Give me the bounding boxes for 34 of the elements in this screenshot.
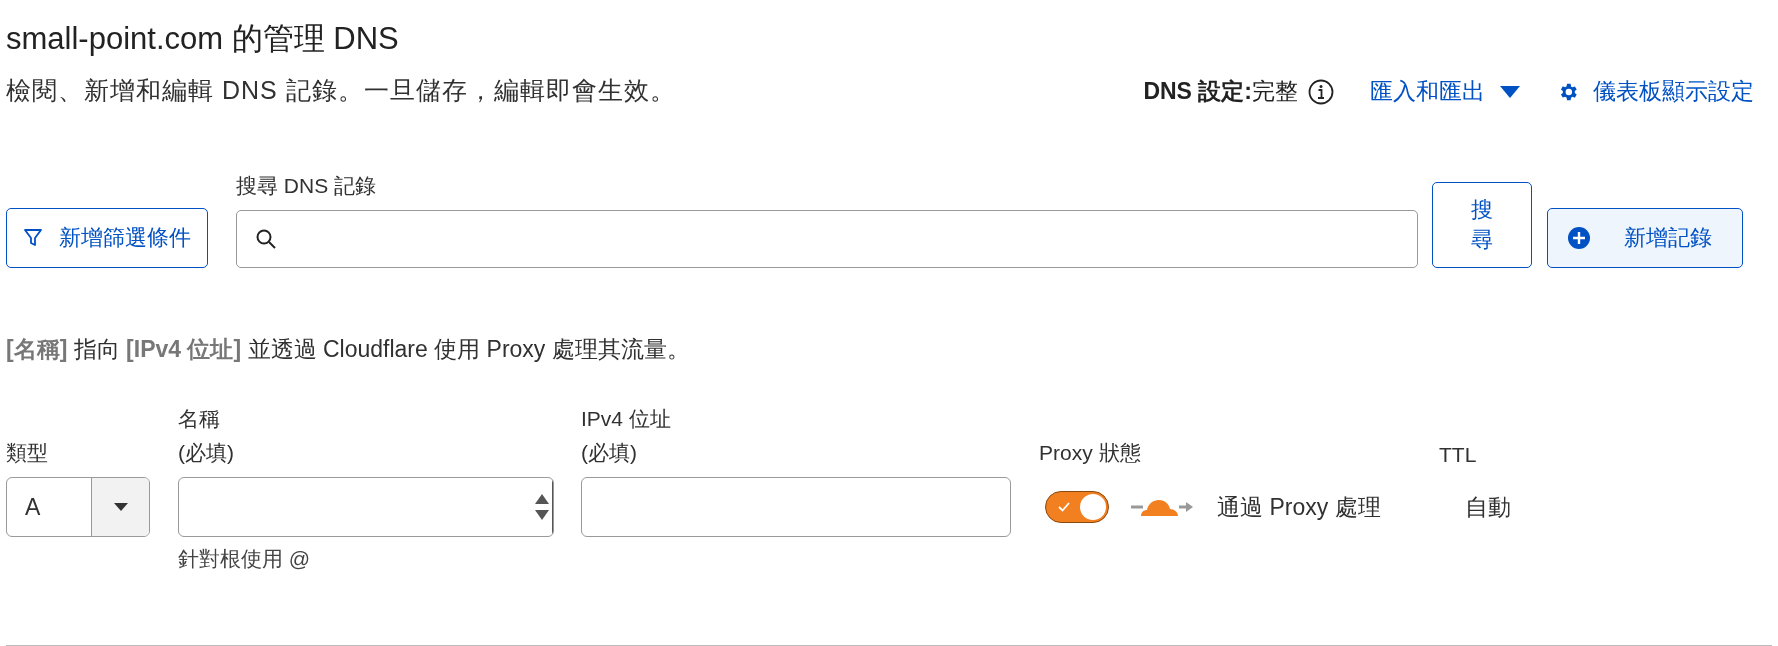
filter-icon (23, 228, 43, 248)
type-label: 類型 (6, 440, 49, 466)
search-field[interactable] (236, 210, 1418, 268)
decrement-icon[interactable] (533, 509, 550, 521)
caret-icon (1499, 84, 1521, 99)
required-label: (必填) (581, 440, 638, 466)
check-icon (1058, 502, 1070, 512)
proxy-status-label: Proxy 狀態 (1039, 440, 1142, 466)
required-label: (必填) (178, 440, 235, 466)
ttl-label: TTL (1439, 443, 1478, 467)
import-export-link[interactable]: 匯入和匯出 (1370, 76, 1521, 107)
add-record-button[interactable]: 新增記錄 (1547, 208, 1743, 268)
ipv4-label: IPv4 位址 (581, 406, 672, 432)
page-description: 檢閱、新增和編輯 DNS 記錄。一旦儲存，編輯即會生效。 (6, 75, 676, 106)
search-icon (255, 228, 277, 250)
dns-setting-text: DNS 設定:完整 (1143, 77, 1298, 106)
type-select[interactable]: A (6, 477, 150, 537)
ttl-value: 自動 (1465, 492, 1511, 522)
dashboard-settings-link[interactable]: 儀表板顯示設定 (1557, 76, 1754, 107)
name-label: 名稱 (178, 406, 221, 432)
add-filter-button[interactable]: 新增篩選條件 (6, 208, 208, 268)
page-title: small-point.com 的管理 DNS (6, 20, 400, 58)
info-icon[interactable] (1308, 78, 1334, 105)
proxy-status-text: 通過 Proxy 處理 (1217, 492, 1381, 522)
name-field[interactable] (178, 477, 554, 537)
plus-icon (1568, 227, 1590, 249)
name-hint: 針對根使用 @ (178, 546, 312, 572)
proxy-toggle[interactable] (1045, 491, 1109, 523)
increment-icon[interactable] (533, 493, 550, 505)
search-label: 搜尋 DNS 記錄 (236, 173, 377, 199)
ipv4-field[interactable] (581, 477, 1011, 537)
caret-icon (112, 502, 129, 512)
search-button[interactable]: 搜尋 (1432, 182, 1532, 268)
record-summary: [名稱] 指向 [IPv4 位址] 並透過 Cloudflare 使用 Proxy 處理其流量。 (6, 335, 691, 364)
